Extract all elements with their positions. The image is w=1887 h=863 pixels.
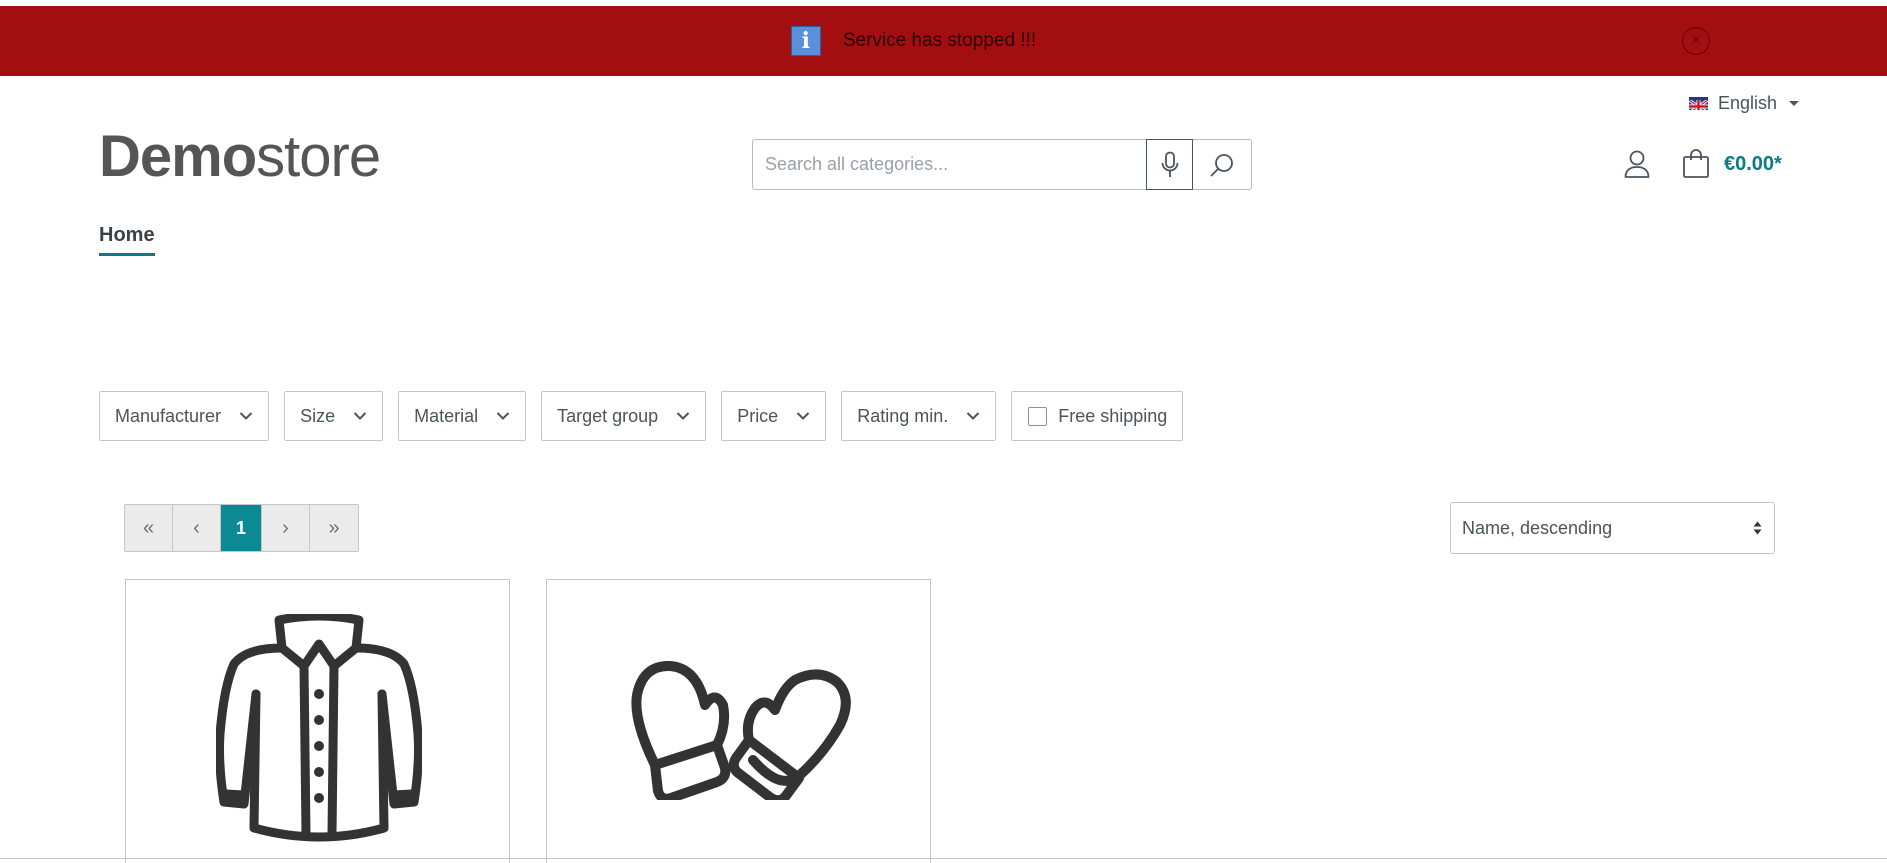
pagination: « ‹ 1 › » (124, 504, 359, 552)
chevron-down-icon (967, 412, 980, 420)
free-shipping-checkbox[interactable] (1028, 406, 1048, 426)
first-page-button[interactable]: « (125, 505, 173, 551)
caret-down-icon (1789, 101, 1800, 106)
search-icon (1210, 153, 1233, 176)
filter-free-shipping[interactable]: Free shipping (1011, 391, 1184, 441)
filter-bar: Manufacturer Size Material Target group … (99, 391, 1184, 441)
account-button[interactable] (1623, 149, 1651, 179)
filter-price[interactable]: Price (721, 391, 827, 441)
language-selector[interactable]: English (1689, 93, 1800, 114)
language-label: English (1718, 93, 1778, 113)
filter-rating[interactable]: Rating min. (841, 391, 997, 441)
jacket-icon (216, 614, 422, 842)
product-card[interactable] (546, 579, 931, 863)
next-page-button[interactable]: › (262, 505, 310, 551)
last-page-button[interactable]: » (310, 505, 358, 551)
mittens-icon (631, 661, 851, 800)
logo-bold-text: Demo (99, 124, 257, 189)
chevron-down-icon (496, 412, 510, 420)
viewport-bottom-divider (0, 858, 1887, 859)
sort-selected-label: Name, descending (1462, 517, 1613, 538)
filter-label: Manufacturer (115, 405, 222, 426)
nav-item-home[interactable]: Home (99, 224, 155, 256)
cart-total: €0.00* (1724, 152, 1782, 175)
chevron-down-icon (353, 412, 367, 420)
sort-select[interactable]: Name, descending (1450, 502, 1775, 554)
chevron-down-icon (676, 412, 690, 420)
cart-button[interactable]: €0.00* (1682, 149, 1782, 179)
filter-label: Material (414, 405, 479, 426)
search-button[interactable] (1193, 139, 1252, 190)
chevron-down-icon (239, 412, 253, 420)
search-bar (752, 139, 1252, 190)
user-icon (1624, 150, 1650, 178)
search-input[interactable] (752, 139, 1146, 190)
filter-label: Price (737, 405, 779, 426)
store-logo[interactable]: Demostore (99, 128, 381, 186)
sort-arrows-icon (1753, 521, 1762, 535)
prev-page-button[interactable]: ‹ (173, 505, 221, 551)
microphone-icon (1161, 151, 1178, 177)
filter-material[interactable]: Material (398, 391, 527, 441)
filter-label: Target group (557, 405, 659, 426)
alert-content: i Service has stopped !!! (790, 26, 1037, 56)
filter-size[interactable]: Size (284, 391, 384, 441)
alert-banner: i Service has stopped !!! × (0, 6, 1887, 76)
logo-light-text: store (256, 124, 381, 189)
filter-target-group[interactable]: Target group (541, 391, 707, 441)
product-card[interactable] (125, 579, 510, 863)
close-icon[interactable]: × (1682, 27, 1710, 55)
filter-manufacturer[interactable]: Manufacturer (99, 391, 270, 441)
alert-message: Service has stopped !!! (842, 30, 1037, 51)
filter-label: Size (300, 405, 336, 426)
uk-flag-icon (1689, 97, 1708, 110)
filter-label: Free shipping (1058, 405, 1168, 426)
info-icon: i (790, 26, 821, 56)
chevron-down-icon (796, 412, 810, 420)
filter-label: Rating min. (857, 405, 949, 426)
shopping-bag-icon (1683, 149, 1709, 178)
page-button-current[interactable]: 1 (221, 505, 262, 551)
voice-search-button[interactable] (1146, 139, 1193, 190)
